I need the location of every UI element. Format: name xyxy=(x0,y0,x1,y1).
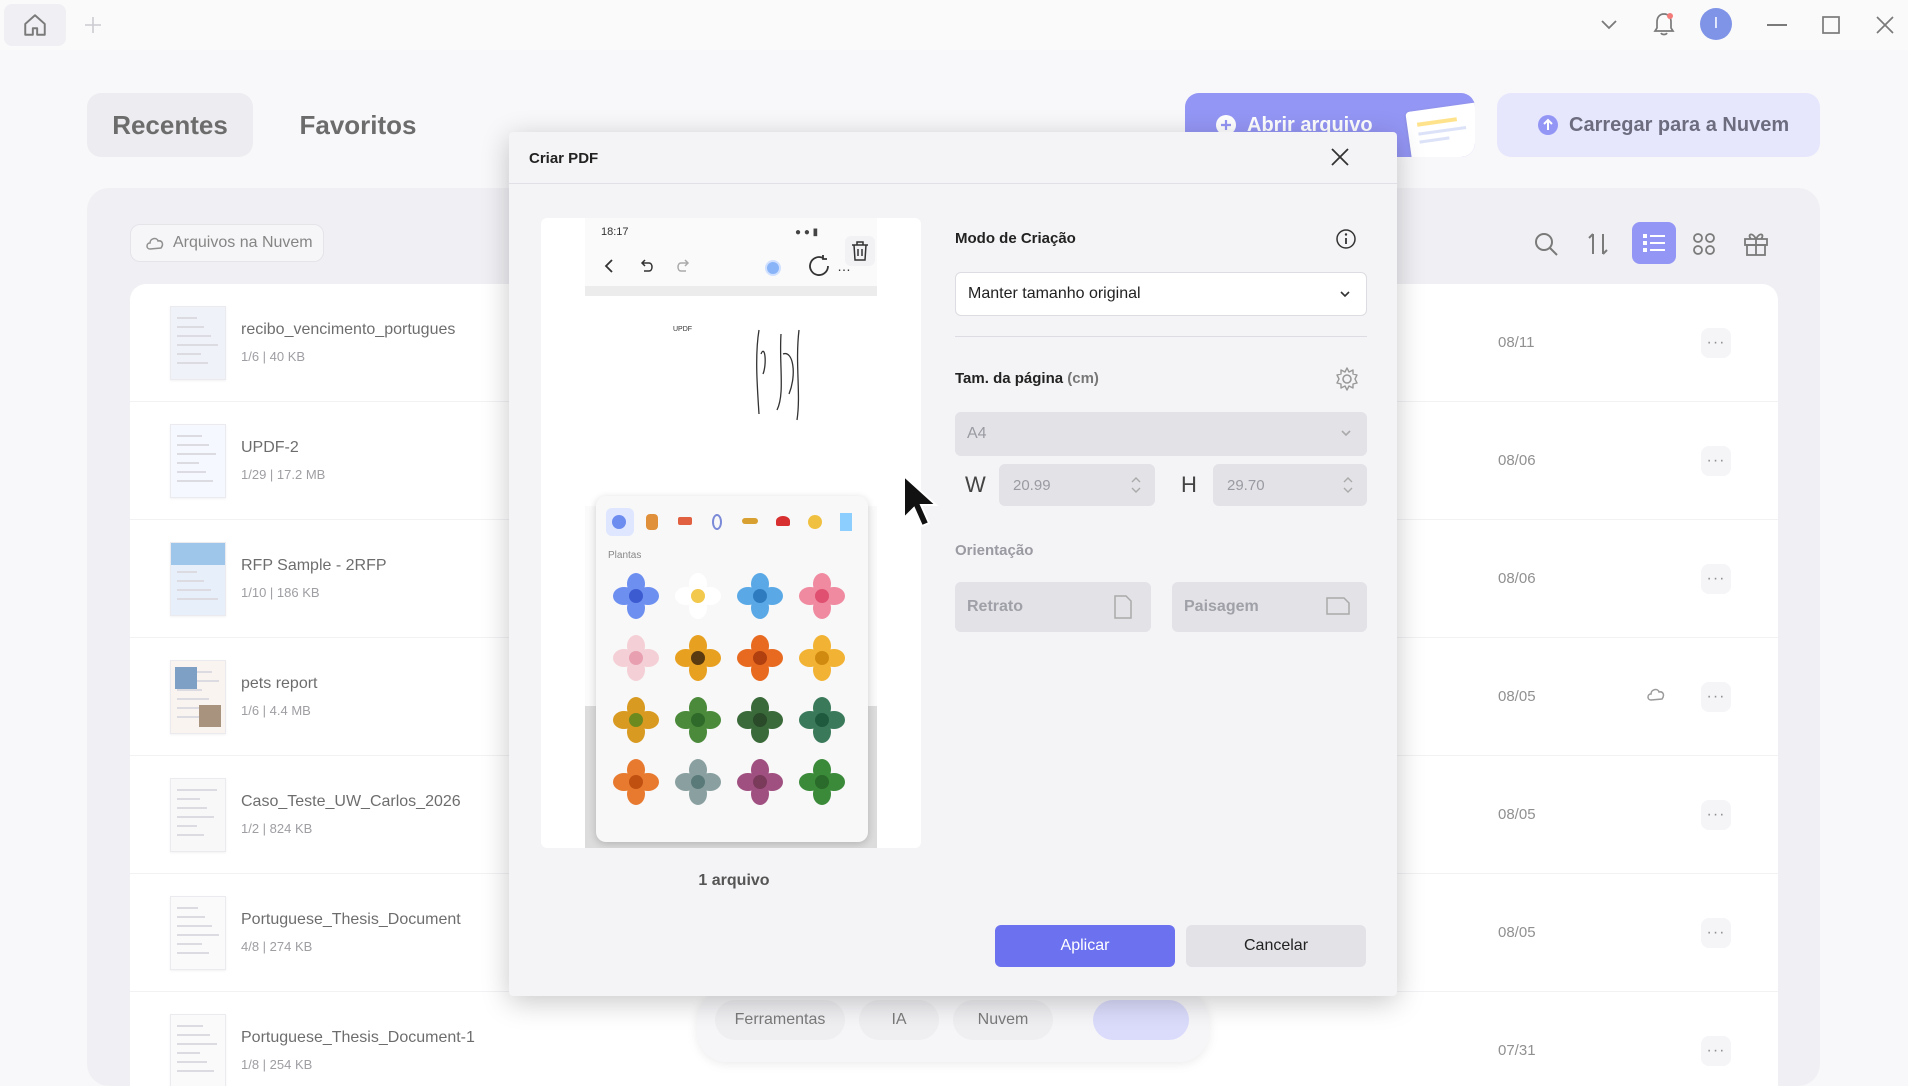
create-pdf-dialog: Criar PDF 18:17 ● ● ▮ … UPDF Plantas 1 a… xyxy=(509,132,1397,996)
phone-canvas: UPDF xyxy=(585,296,877,506)
info-button[interactable] xyxy=(1335,228,1357,250)
gear-icon xyxy=(1336,367,1358,391)
plant-sticker[interactable] xyxy=(672,694,724,746)
sticker-grid xyxy=(610,570,858,838)
phone-toolbar: … xyxy=(585,246,877,286)
portrait-label: Retrato xyxy=(967,598,1024,615)
sticker-category-label: Plantas xyxy=(608,550,642,561)
trash-icon xyxy=(852,241,868,261)
plant-sticker[interactable] xyxy=(734,632,786,684)
landscape-label: Paisagem xyxy=(1184,598,1259,615)
landscape-icon xyxy=(1326,597,1350,615)
page-size-unit: (cm) xyxy=(1067,370,1099,387)
plant-sticker[interactable] xyxy=(672,570,724,622)
plant-sticker[interactable] xyxy=(796,756,848,808)
files-count: 1 arquivo xyxy=(698,872,770,889)
page-size-value: A4 xyxy=(967,425,987,442)
phone-status-icons: ● ● ▮ xyxy=(795,227,819,238)
page-size-label: Tam. da página (cm) xyxy=(955,370,1099,387)
creation-mode-value: Manter tamanho original xyxy=(968,285,1141,302)
sticker-panel: Plantas xyxy=(596,496,868,842)
handwriting-sketch xyxy=(756,329,800,421)
plant-sticker[interactable] xyxy=(610,694,662,746)
plant-sticker[interactable] xyxy=(734,756,786,808)
height-input[interactable]: 29.70 xyxy=(1213,464,1367,506)
plant-sticker[interactable] xyxy=(672,632,724,684)
apply-button[interactable]: Aplicar xyxy=(995,925,1175,967)
trash-button[interactable] xyxy=(845,236,875,266)
plant-sticker[interactable] xyxy=(796,632,848,684)
dialog-title: Criar PDF xyxy=(529,150,599,167)
width-value: 20.99 xyxy=(1013,476,1051,494)
mouse-cursor-icon xyxy=(903,474,939,528)
phone-status-time: 18:17 xyxy=(601,226,629,238)
plant-sticker[interactable] xyxy=(796,570,848,622)
dialog-header: Criar PDF xyxy=(509,132,1397,184)
creation-mode-select[interactable]: Manter tamanho original xyxy=(955,272,1367,316)
info-icon xyxy=(1336,229,1356,249)
plant-sticker[interactable] xyxy=(610,756,662,808)
file-preview: 18:17 ● ● ▮ … UPDF Plantas xyxy=(541,218,921,848)
portrait-icon xyxy=(1114,595,1132,619)
stepper-icon xyxy=(1343,477,1353,493)
stepper-icon xyxy=(1131,477,1141,493)
portrait-option[interactable]: Retrato xyxy=(955,582,1151,632)
rotate-icon xyxy=(809,255,829,276)
close-icon xyxy=(1331,148,1349,166)
page-size-select[interactable]: A4 xyxy=(955,412,1367,456)
settings-divider xyxy=(955,336,1367,337)
height-value: 29.70 xyxy=(1227,476,1265,494)
sticker-tabs xyxy=(604,508,860,536)
plant-sticker[interactable] xyxy=(734,694,786,746)
width-input[interactable]: 20.99 xyxy=(999,464,1155,506)
dialog-close-button[interactable] xyxy=(1329,146,1353,170)
chevron-down-icon xyxy=(1340,291,1350,298)
page-size-settings-button[interactable] xyxy=(1334,366,1360,392)
cancel-button[interactable]: Cancelar xyxy=(1186,925,1366,967)
orientation-label: Orientação xyxy=(955,542,1034,559)
page-size-label-text: Tam. da página xyxy=(955,370,1064,387)
landscape-option[interactable]: Paisagem xyxy=(1172,582,1367,632)
redo-icon xyxy=(677,259,690,272)
plant-sticker[interactable] xyxy=(610,632,662,684)
color-dot-icon xyxy=(765,260,781,276)
plant-sticker[interactable] xyxy=(734,570,786,622)
back-icon xyxy=(604,259,613,273)
plant-sticker[interactable] xyxy=(796,694,848,746)
phone-divider xyxy=(585,286,877,296)
plant-sticker[interactable] xyxy=(672,756,724,808)
chevron-down-icon xyxy=(1341,430,1351,437)
doc-label: UPDF xyxy=(673,326,693,333)
creation-mode-label: Modo de Criação xyxy=(955,230,1076,247)
undo-icon xyxy=(640,259,653,272)
height-label: H xyxy=(1181,472,1197,497)
plant-sticker[interactable] xyxy=(610,570,662,622)
width-label: W xyxy=(965,472,986,497)
